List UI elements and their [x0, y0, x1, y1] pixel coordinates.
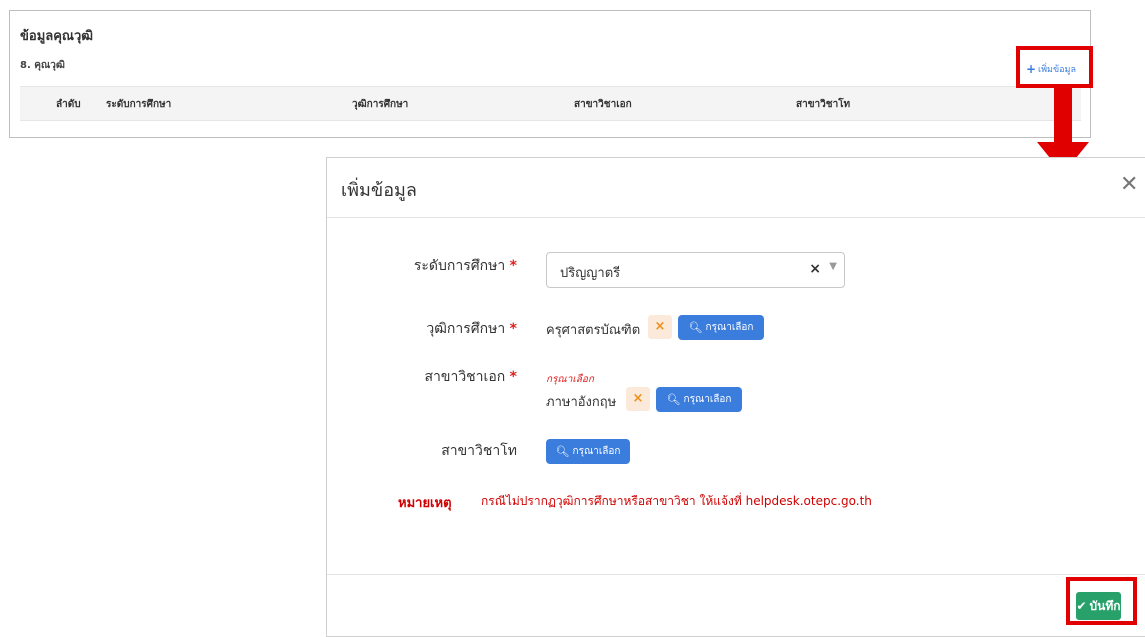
column-header: วุฒิการศึกษา: [352, 99, 409, 110]
add-link-highlight: [1016, 46, 1093, 88]
column-header: สาขาวิชาโท: [796, 99, 851, 110]
search-icon: 🔍︎: [666, 393, 681, 406]
column-header: สาขาวิชาเอก: [574, 99, 632, 110]
section-title: ข้อมูลคุณวุฒิ: [20, 29, 94, 44]
save-button-highlight: [1066, 577, 1137, 625]
note-text: กรณีไม่ปรากฏวุฒิการศึกษาหรือสาขาวิชา ให้…: [481, 494, 872, 508]
required-mark: *: [509, 369, 517, 385]
minor-pick-button[interactable]: 🔍︎ กรุณาเลือก: [546, 439, 630, 464]
column-header: ลำดับ: [56, 99, 81, 110]
major-label: สาขาวิชาเอก *: [424, 369, 517, 385]
major-value: ภาษาอังกฤษ: [546, 395, 617, 410]
education-level-value: ปริญญาตรี: [560, 266, 621, 281]
search-icon: 🔍︎: [688, 321, 703, 334]
major-clear-button[interactable]: ×: [626, 387, 650, 411]
modal-header-divider: [327, 217, 1145, 218]
education-level-label: ระดับการศึกษา *: [413, 258, 517, 274]
minor-label: สาขาวิชาโท: [441, 443, 517, 459]
subsection-title: 8. คุณวุฒิ: [20, 60, 65, 71]
clear-icon[interactable]: ×: [809, 261, 821, 277]
major-pick-button[interactable]: 🔍︎ กรุณาเลือก: [656, 387, 742, 412]
modal-footer-divider: [327, 574, 1145, 575]
search-icon: 🔍︎: [555, 445, 570, 458]
close-icon[interactable]: ✕: [1120, 174, 1138, 196]
table-header: ลำดับ ระดับการศึกษา วุฒิการศึกษา สาขาวิช…: [20, 86, 1081, 121]
modal-title: เพิ่มข้อมูล: [341, 180, 417, 201]
chevron-down-icon[interactable]: ▼: [829, 261, 837, 272]
required-mark: *: [509, 321, 517, 337]
education-level-select[interactable]: ปริญญาตรี × ▼: [546, 252, 845, 288]
degree-pick-button[interactable]: 🔍︎ กรุณาเลือก: [678, 315, 764, 340]
qualification-table: ลำดับ ระดับการศึกษา วุฒิการศึกษา สาขาวิช…: [20, 86, 1081, 136]
required-mark: *: [509, 258, 517, 274]
column-header: ระดับการศึกษา: [106, 99, 172, 110]
note-label: หมายเหตุ: [398, 496, 452, 511]
qualification-panel: ข้อมูลคุณวุฒิ 8. คุณวุฒิ + เพิ่มข้อมูล ล…: [9, 10, 1091, 138]
major-hint: กรุณาเลือก: [546, 374, 594, 385]
add-data-modal: เพิ่มข้อมูล ✕ ระดับการศึกษา * ปริญญาตรี …: [326, 157, 1145, 637]
degree-clear-button[interactable]: ×: [648, 315, 672, 339]
degree-value: ครุศาสตรบัณฑิต: [546, 323, 641, 338]
degree-label: วุฒิการศึกษา *: [426, 321, 517, 337]
